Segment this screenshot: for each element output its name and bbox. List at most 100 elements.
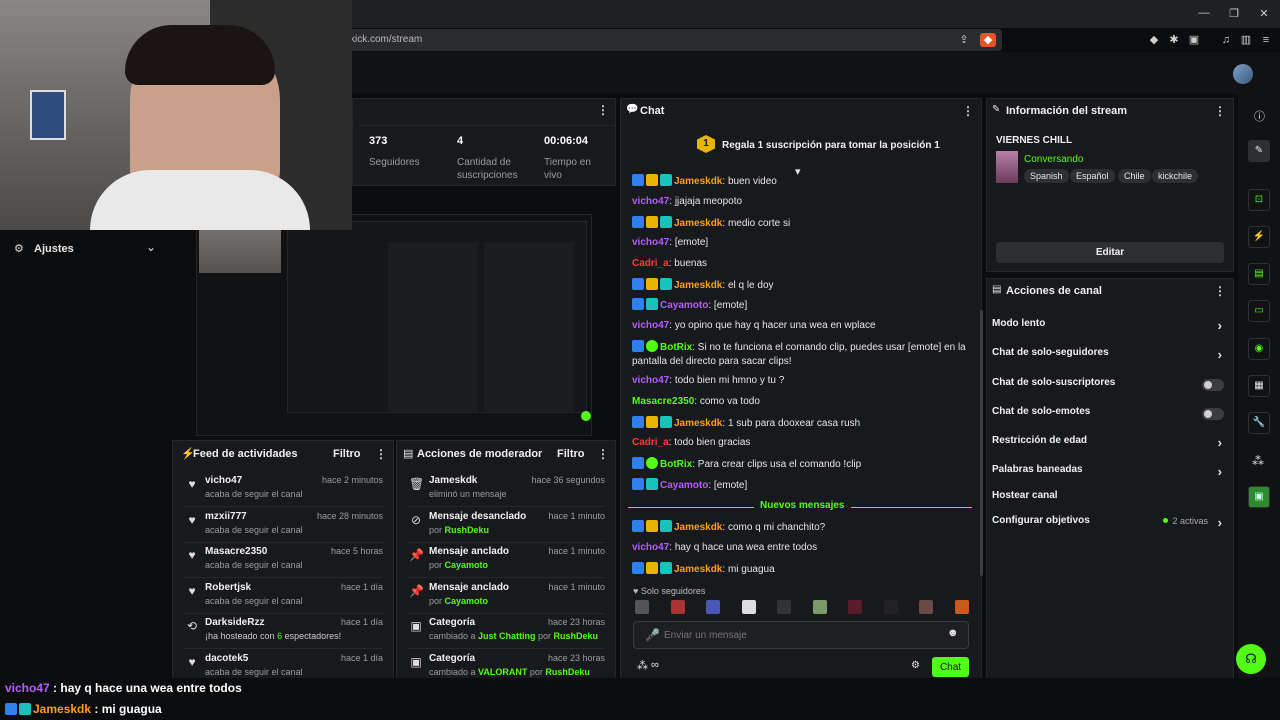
emote-button[interactable] <box>741 600 756 614</box>
chat-username[interactable]: Jameskdk <box>674 176 722 187</box>
chat-message[interactable]: Cadri_a: todo bien gracias <box>632 436 972 450</box>
microphone-icon[interactable]: 🎤 <box>645 628 660 642</box>
channel-actions-more-icon[interactable]: ⋮ <box>1214 284 1226 298</box>
send-chat-button[interactable]: Chat <box>932 657 969 677</box>
activity-user[interactable]: dacotek5 <box>205 653 248 664</box>
moderator-link[interactable]: RushDeku <box>445 525 490 535</box>
brave-shield-icon[interactable]: ◆ <box>980 33 996 47</box>
panels-rail-icon[interactable]: ▦ <box>1248 375 1270 397</box>
chat-username[interactable]: vicho47 <box>632 196 669 207</box>
chat-more-icon[interactable]: ⋮ <box>962 104 974 118</box>
channel-action-item[interactable]: Chat de solo-emotes <box>992 406 1228 426</box>
document-rail-icon[interactable]: ▤ <box>1248 263 1270 285</box>
menu-icon[interactable]: ≡ <box>1258 33 1274 47</box>
chat-message[interactable]: Jameskdk: buen video <box>632 174 972 189</box>
activity-user[interactable]: mzxii777 <box>205 511 247 522</box>
category-name[interactable]: Conversando <box>1024 154 1083 165</box>
chat-message[interactable]: Jameskdk: como q mi chanchito? <box>632 520 972 535</box>
emote-button[interactable] <box>848 600 862 614</box>
channel-action-item[interactable]: Palabras baneadas › <box>992 464 1228 484</box>
activity-item[interactable]: ♥ mzxii777 acaba de seguir el canal hace 28… <box>173 507 393 543</box>
category-link[interactable]: VALORANT <box>478 667 527 677</box>
chat-message[interactable]: Jameskdk: mi guagua <box>632 562 972 577</box>
chat-message[interactable]: Masacre2350: como va todo <box>632 395 972 409</box>
chat-username[interactable]: Jameskdk <box>674 564 722 575</box>
chevron-down-icon[interactable]: ⌄ <box>146 240 156 254</box>
sidebar-toggle-icon[interactable]: ▥ <box>1238 33 1254 47</box>
bolt-rail-icon[interactable]: ⚡ <box>1248 226 1270 248</box>
edit-rail-icon[interactable]: ✎ <box>1248 140 1270 162</box>
emote-button[interactable] <box>812 600 827 614</box>
chat-message[interactable]: Cadri_a: buenas <box>632 257 972 271</box>
tag-espanol[interactable]: Español <box>1070 169 1115 183</box>
moderator-link[interactable]: Cayamoto <box>445 596 489 606</box>
chat-message[interactable]: vicho47: jjajaja meopoto <box>632 195 972 209</box>
channel-action-item[interactable]: Hostear canal <box>992 490 1228 510</box>
emote-button[interactable] <box>635 600 649 614</box>
close-icon[interactable]: ✕ <box>1257 7 1271 20</box>
chat-message[interactable]: vicho47: yo opino que hay q hacer una we… <box>632 319 972 333</box>
channel-action-item[interactable]: Restricción de edad › <box>992 435 1228 455</box>
chat-username[interactable]: vicho47 <box>632 237 669 248</box>
stats-more-icon[interactable]: ⋮ <box>597 103 609 117</box>
activity-item[interactable]: ♥ vicho47 acaba de seguir el canal hace 2 m… <box>173 471 393 507</box>
edit-stream-button[interactable]: Editar <box>996 242 1224 263</box>
chat-username[interactable]: Jameskdk <box>674 418 722 429</box>
mod-action-item[interactable]: 📌 Mensaje anclado por Cayamoto hace 1 minut… <box>397 542 615 578</box>
activity-user[interactable]: Robertjsk <box>205 582 251 593</box>
chat-username[interactable]: Jameskdk <box>674 522 722 533</box>
activity-user[interactable]: vicho47 <box>205 475 242 486</box>
activity-item[interactable]: ⟲ DarksideRzz ¡ha hosteado con 6 espectado… <box>173 613 393 649</box>
emote-button[interactable] <box>954 600 969 614</box>
chevron-right-icon[interactable]: › <box>1218 318 1222 333</box>
stream-info-more-icon[interactable]: ⋮ <box>1214 104 1226 118</box>
restore-icon[interactable]: ❐ <box>1227 7 1241 20</box>
wrench-rail-icon[interactable]: 🔧 <box>1248 412 1270 434</box>
chat-message[interactable]: BotRix: Para crear clips usa el comando … <box>632 457 972 472</box>
settings-label[interactable]: Ajustes <box>34 243 74 255</box>
screenshot-icon[interactable]: ▣ <box>1186 33 1202 47</box>
sub-goal-text[interactable]: Regala 1 suscripción para tomar la posic… <box>722 140 940 151</box>
moderator-link[interactable]: RushDeku <box>554 631 599 641</box>
chat-message[interactable]: vicho47: hay q hace una wea entre todos <box>632 541 972 555</box>
activity-more-icon[interactable]: ⋮ <box>375 447 387 461</box>
support-headset-icon[interactable]: ☊ <box>1236 644 1266 674</box>
address-bar[interactable] <box>340 29 1002 51</box>
avatar[interactable] <box>1233 64 1253 84</box>
chat-message[interactable]: Jameskdk: medio corte si <box>632 216 972 231</box>
emote-button[interactable] <box>670 600 685 614</box>
game-rail-icon[interactable]: ▣ <box>1248 486 1270 508</box>
chat-username[interactable]: Cayamoto <box>660 480 708 491</box>
chevron-right-icon[interactable]: › <box>1218 464 1222 479</box>
tag-chile[interactable]: Chile <box>1118 169 1151 183</box>
chat-message[interactable]: Jameskdk: 1 sub para dooxear casa rush <box>632 416 972 431</box>
emoji-picker-icon[interactable]: ☻ <box>947 627 959 639</box>
mod-action-item[interactable]: 🗑 Jameskdk eliminó un mensaje hace 36 segun… <box>397 471 615 507</box>
chevron-right-icon[interactable]: › <box>1218 347 1222 362</box>
minimize-icon[interactable]: — <box>1197 7 1211 19</box>
chat-message[interactable]: BotRix: Si no te funciona el comando cli… <box>632 340 972 369</box>
chat-username[interactable]: Cadri_a <box>632 258 669 269</box>
mod-filter-button[interactable]: Filtro <box>557 448 585 460</box>
category-link[interactable]: Just Chatting <box>478 631 536 641</box>
chat-message[interactable]: Cayamoto: [emote] <box>632 478 972 493</box>
tag-kickchile[interactable]: kickchile <box>1152 169 1199 183</box>
clip-rail-icon[interactable]: ⊡ <box>1248 189 1270 211</box>
emote-button[interactable] <box>883 600 898 614</box>
chat-username[interactable]: BotRix <box>660 459 692 470</box>
chat-username[interactable]: vicho47 <box>632 320 669 331</box>
chat-username[interactable]: Masacre2350 <box>632 396 694 407</box>
moderator-link[interactable]: RushDeku <box>545 667 590 677</box>
tag-spanish[interactable]: Spanish <box>1024 169 1069 183</box>
stream-preview[interactable] <box>196 214 592 436</box>
chat-username[interactable]: vicho47 <box>632 375 669 386</box>
chat-username[interactable]: Jameskdk <box>674 280 722 291</box>
infinity-icon[interactable]: ∞ <box>651 659 659 671</box>
chat-rail-icon[interactable]: ▭ <box>1248 300 1270 322</box>
extension-diamond-icon[interactable]: ◆ <box>1146 33 1162 47</box>
points-rail-icon[interactable]: ⁂ <box>1252 454 1264 468</box>
emote-button[interactable] <box>919 600 933 614</box>
activity-user[interactable]: Masacre2350 <box>205 546 267 557</box>
info-icon[interactable]: ⓘ <box>1254 108 1265 124</box>
chat-message[interactable]: Jameskdk: el q le doy <box>632 278 972 293</box>
